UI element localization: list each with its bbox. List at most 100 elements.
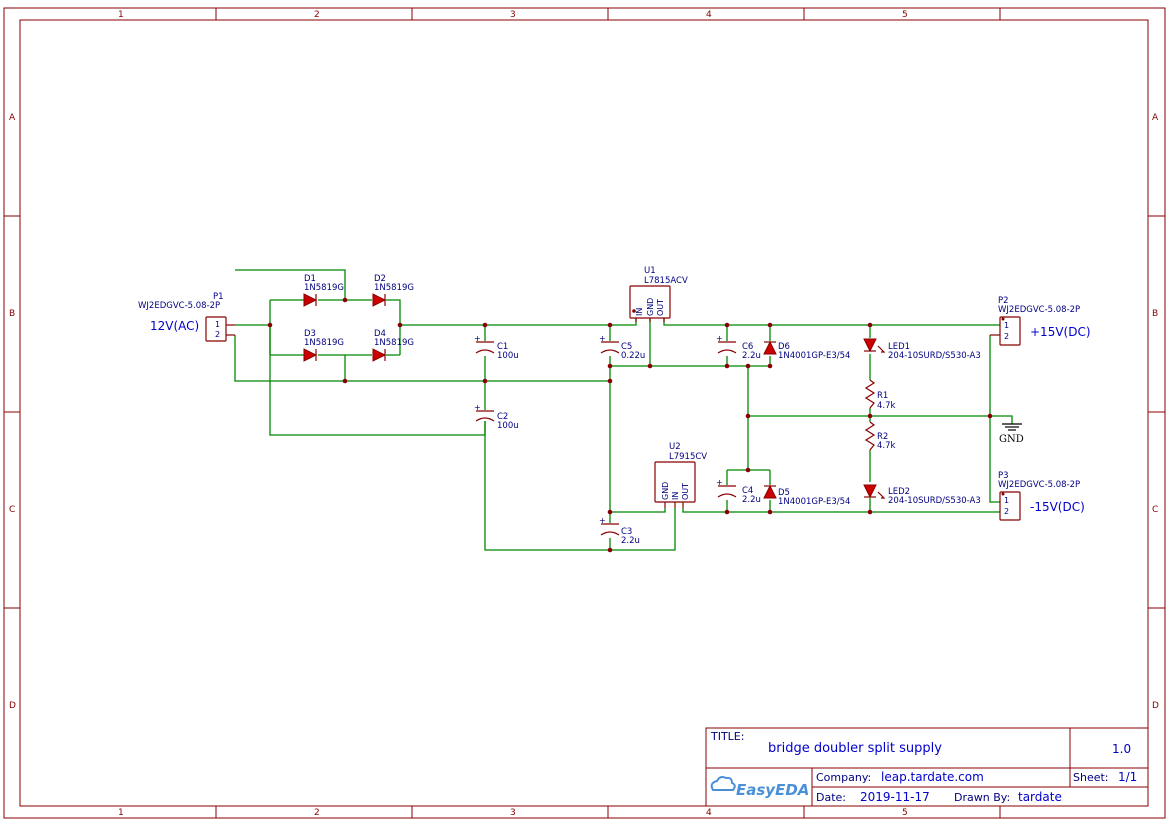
d4-value: 1N5819G bbox=[374, 338, 414, 348]
diode-d2[interactable]: D2 1N5819G bbox=[372, 274, 414, 307]
c6-value: 2.2u bbox=[742, 351, 761, 361]
drawn-by-label: Drawn By: bbox=[954, 791, 1010, 804]
u1-value: L7815ACV bbox=[644, 276, 688, 286]
revision: 1.0 bbox=[1112, 742, 1131, 756]
c1-value: 100u bbox=[497, 351, 519, 361]
c3-value: 2.2u bbox=[621, 536, 640, 546]
capacitor-c4[interactable]: + C4 2.2u bbox=[716, 478, 761, 505]
u2-pin-in: IN bbox=[671, 492, 680, 500]
u2-ref: U2 bbox=[669, 442, 681, 452]
connector-p3[interactable]: 1 2 P3 WJ2EDGVC-5.08-2P -15V(DC) bbox=[998, 471, 1085, 521]
col-label: 4 bbox=[706, 808, 712, 818]
d3-value: 1N5819G bbox=[304, 338, 344, 348]
drawing-title: bridge doubler split supply bbox=[768, 741, 942, 756]
col-label: 4 bbox=[706, 10, 712, 20]
svg-text:+: + bbox=[716, 478, 723, 487]
u2-pin-gnd: GND bbox=[661, 482, 670, 500]
capacitor-c3[interactable]: + C3 2.2u bbox=[599, 516, 640, 546]
capacitor-c6[interactable]: + C6 2.2u bbox=[716, 334, 761, 361]
u2-value: L7915CV bbox=[669, 452, 707, 462]
p2-net-label: +15V(DC) bbox=[1030, 325, 1091, 339]
logo-text: EasyEDA bbox=[736, 781, 809, 799]
d5-value: 1N4001GP-E3/54 bbox=[778, 497, 850, 507]
col-label: 2 bbox=[314, 10, 320, 20]
diode-d3[interactable]: D3 1N5819G bbox=[303, 329, 344, 362]
p2-value: WJ2EDGVC-5.08-2P bbox=[998, 305, 1080, 315]
col-label: 3 bbox=[510, 808, 516, 818]
sheet-number: 1/1 bbox=[1118, 770, 1137, 784]
p2-pin2: 2 bbox=[1004, 332, 1009, 341]
connector-p2[interactable]: 1 2 P2 WJ2EDGVC-5.08-2P +15V(DC) bbox=[990, 296, 1091, 346]
regulator-u2[interactable]: GND IN OUT U2 L7915CV bbox=[654, 442, 707, 508]
led-led1[interactable]: LED1 204-10SURD/S530-A3 bbox=[863, 338, 981, 361]
p3-pin2: 2 bbox=[1004, 507, 1009, 516]
p1-net-label: 12V(AC) bbox=[150, 319, 199, 333]
d2-value: 1N5819G bbox=[374, 283, 414, 293]
svg-text:+: + bbox=[599, 334, 606, 343]
led-led2[interactable]: LED2 204-10SURD/S530-A3 bbox=[863, 484, 981, 506]
capacitor-c1[interactable]: + C1 100u bbox=[474, 334, 519, 361]
row-label: B bbox=[9, 309, 15, 319]
col-label: 1 bbox=[118, 808, 124, 818]
u1-pin-in: IN bbox=[635, 308, 644, 316]
c2-value: 100u bbox=[497, 421, 519, 431]
regulator-u1[interactable]: IN GND OUT U1 L7815ACV bbox=[629, 266, 688, 322]
capacitor-c2[interactable]: + C2 100u bbox=[474, 403, 519, 431]
d6-value: 1N4001GP-E3/54 bbox=[778, 351, 850, 361]
schematic-canvas: 1 2 3 4 5 1 2 3 4 5 A B C D A B C D 1 2 … bbox=[3, 7, 1166, 819]
ground-symbol[interactable]: GND bbox=[999, 423, 1024, 445]
row-label: C bbox=[1152, 505, 1158, 515]
u1-pin-gnd: GND bbox=[646, 298, 655, 316]
u1-ref: U1 bbox=[644, 266, 656, 276]
row-label: D bbox=[1152, 701, 1159, 711]
sheet-label: Sheet: bbox=[1073, 771, 1109, 784]
drawing-frame: 1 2 3 4 5 1 2 3 4 5 A B C D A B C D bbox=[3, 7, 1166, 819]
gnd-label: GND bbox=[999, 434, 1024, 445]
svg-text:+: + bbox=[474, 403, 481, 412]
c4-value: 2.2u bbox=[742, 495, 761, 505]
p3-value: WJ2EDGVC-5.08-2P bbox=[998, 480, 1080, 490]
c5-value: 0.22u bbox=[621, 351, 645, 361]
r2-value: 4.7k bbox=[877, 441, 896, 451]
r1-value: 4.7k bbox=[877, 401, 896, 411]
led2-value: 204-10SURD/S530-A3 bbox=[888, 496, 981, 506]
col-label: 5 bbox=[902, 10, 908, 20]
p3-pin1: 1 bbox=[1004, 496, 1009, 505]
p3-net-label: -15V(DC) bbox=[1030, 500, 1085, 514]
diode-d5[interactable]: D5 1N4001GP-E3/54 bbox=[763, 484, 850, 507]
row-label: B bbox=[1152, 309, 1158, 319]
col-label: 5 bbox=[902, 808, 908, 818]
company-label: Company: bbox=[816, 771, 871, 784]
r1-ref: R1 bbox=[877, 391, 888, 401]
drawn-by: tardate bbox=[1018, 790, 1062, 804]
u2-pin-out: OUT bbox=[681, 483, 690, 500]
p1-value: WJ2EDGVC-5.08-2P bbox=[138, 301, 220, 311]
d1-value: 1N5819G bbox=[304, 283, 344, 293]
connector-p1[interactable]: 1 2 P1 WJ2EDGVC-5.08-2P 12V(AC) bbox=[138, 292, 235, 342]
p1-pin1: 1 bbox=[215, 320, 220, 329]
easyeda-logo: EasyEDA bbox=[710, 776, 809, 799]
row-label: D bbox=[9, 701, 16, 711]
capacitor-c5[interactable]: + C5 0.22u bbox=[599, 334, 645, 361]
svg-text:+: + bbox=[474, 334, 481, 343]
company: leap.tardate.com bbox=[881, 770, 984, 784]
svg-text:+: + bbox=[599, 516, 606, 525]
col-label: 2 bbox=[314, 808, 320, 818]
col-label: 1 bbox=[118, 10, 124, 20]
p1-pin2: 2 bbox=[215, 330, 220, 339]
diode-d1[interactable]: D1 1N5819G bbox=[303, 274, 344, 307]
resistor-r1[interactable]: R1 4.7k bbox=[864, 379, 896, 411]
date-label: Date: bbox=[816, 791, 846, 804]
col-label: 3 bbox=[510, 10, 516, 20]
resistor-r2[interactable]: R2 4.7k bbox=[864, 421, 896, 451]
date: 2019-11-17 bbox=[860, 790, 930, 804]
title-label: TITLE: bbox=[710, 730, 744, 743]
u1-pin-out: OUT bbox=[656, 299, 665, 316]
led1-value: 204-10SURD/S530-A3 bbox=[888, 351, 981, 361]
title-block: TITLE: bridge doubler split supply 1.0 C… bbox=[705, 727, 1149, 807]
row-label: A bbox=[1152, 113, 1159, 123]
svg-text:+: + bbox=[716, 334, 723, 343]
diode-d4[interactable]: D4 1N5819G bbox=[372, 329, 414, 362]
row-label: A bbox=[9, 113, 16, 123]
diode-d6[interactable]: D6 1N4001GP-E3/54 bbox=[763, 340, 850, 361]
